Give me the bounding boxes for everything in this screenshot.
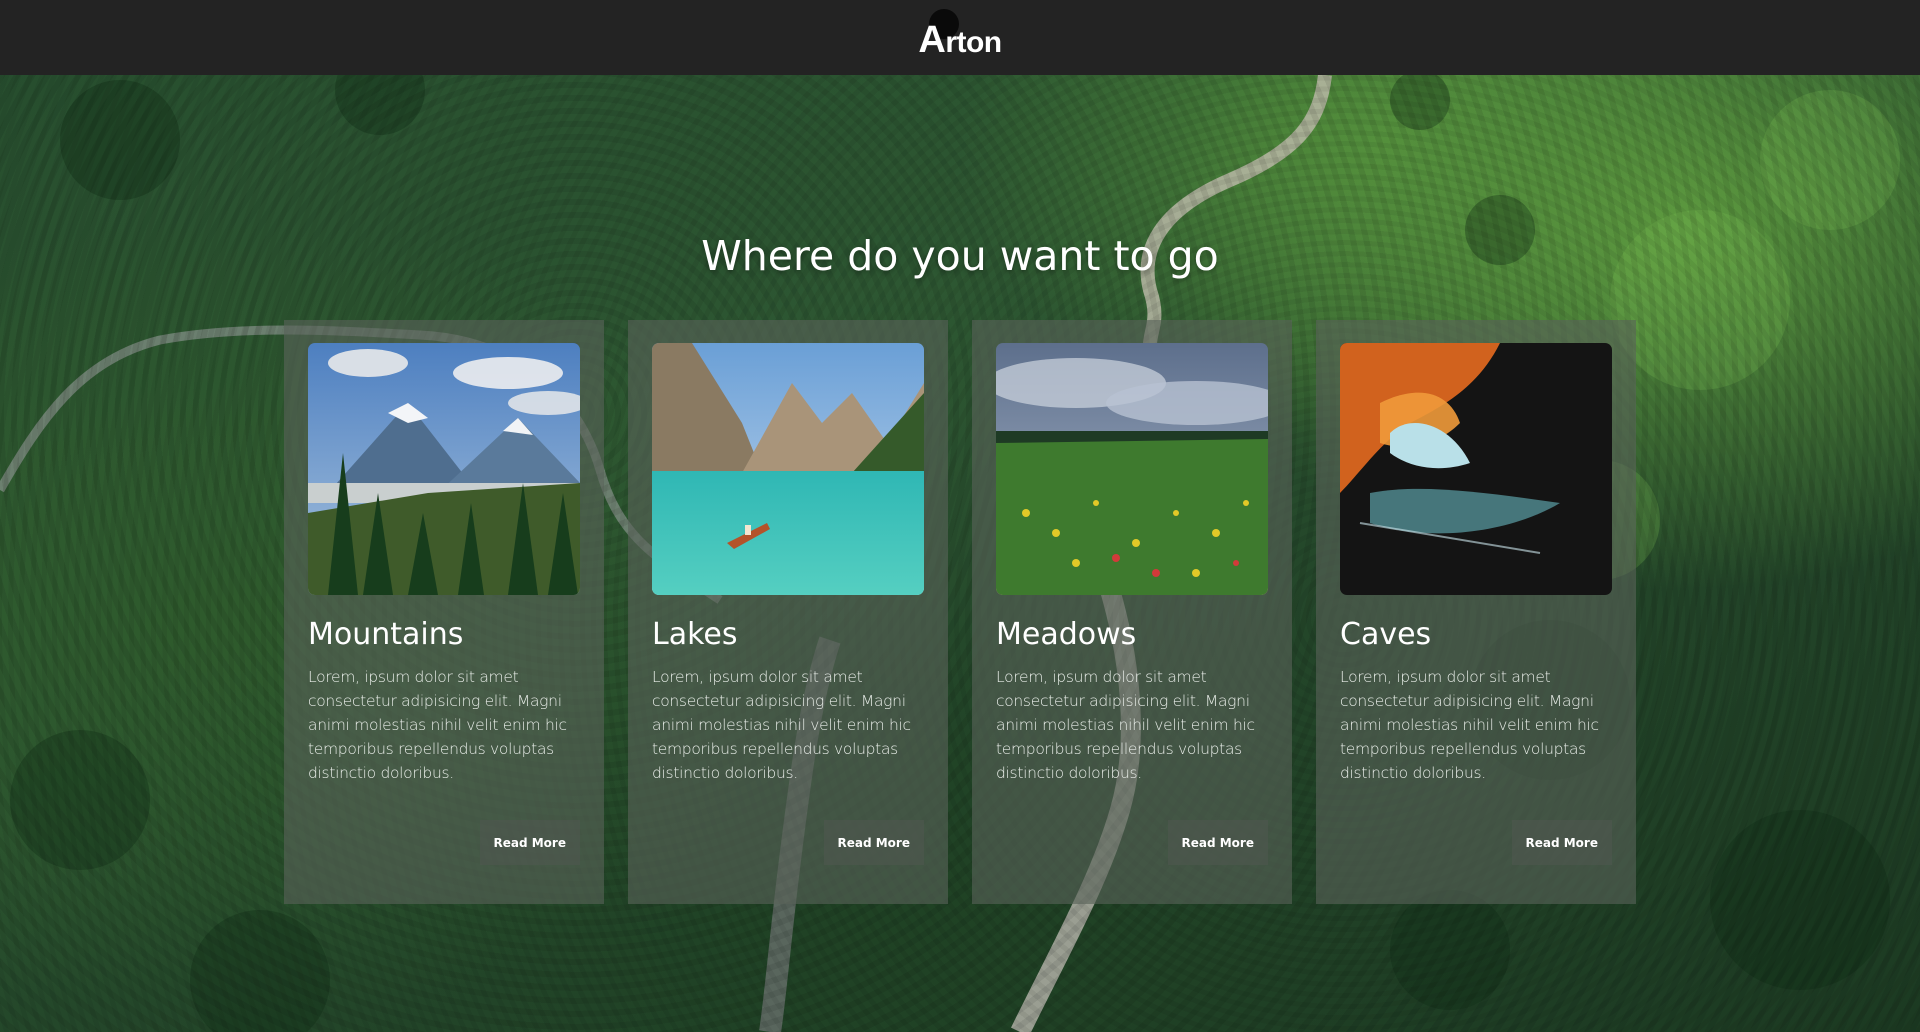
read-more-button[interactable]: Read More bbox=[1511, 820, 1612, 865]
card-caves: Caves Lorem, ipsum dolor sit amet consec… bbox=[1316, 320, 1636, 904]
read-more-button[interactable]: Read More bbox=[823, 820, 924, 865]
logo-initial: A bbox=[918, 19, 946, 61]
meadow-image bbox=[996, 343, 1268, 595]
card-lakes: Lakes Lorem, ipsum dolor sit amet consec… bbox=[628, 320, 948, 904]
read-more-button[interactable]: Read More bbox=[479, 820, 580, 865]
destination-cards: Mountains Lorem, ipsum dolor sit amet co… bbox=[284, 320, 1636, 904]
card-title: Caves bbox=[1340, 617, 1432, 652]
page-heading: Where do you want to go bbox=[701, 232, 1219, 281]
card-meadows: Meadows Lorem, ipsum dolor sit amet cons… bbox=[972, 320, 1292, 904]
card-title: Mountains bbox=[308, 617, 464, 652]
top-navbar: A rton bbox=[0, 0, 1920, 75]
logo[interactable]: A rton bbox=[918, 9, 1002, 62]
read-more-button[interactable]: Read More bbox=[1167, 820, 1268, 865]
logo-text: rton bbox=[945, 26, 1002, 59]
mountains-image bbox=[308, 343, 580, 595]
card-title: Meadows bbox=[996, 617, 1137, 652]
card-description: Lorem, ipsum dolor sit amet consectetur … bbox=[996, 668, 1255, 782]
card-mountains: Mountains Lorem, ipsum dolor sit amet co… bbox=[284, 320, 604, 904]
card-description: Lorem, ipsum dolor sit amet consectetur … bbox=[308, 668, 567, 782]
card-description: Lorem, ipsum dolor sit amet consectetur … bbox=[1340, 668, 1599, 782]
lake-image bbox=[652, 343, 924, 595]
card-title: Lakes bbox=[652, 617, 738, 652]
cave-image bbox=[1340, 343, 1612, 595]
card-description: Lorem, ipsum dolor sit amet consectetur … bbox=[652, 668, 911, 782]
